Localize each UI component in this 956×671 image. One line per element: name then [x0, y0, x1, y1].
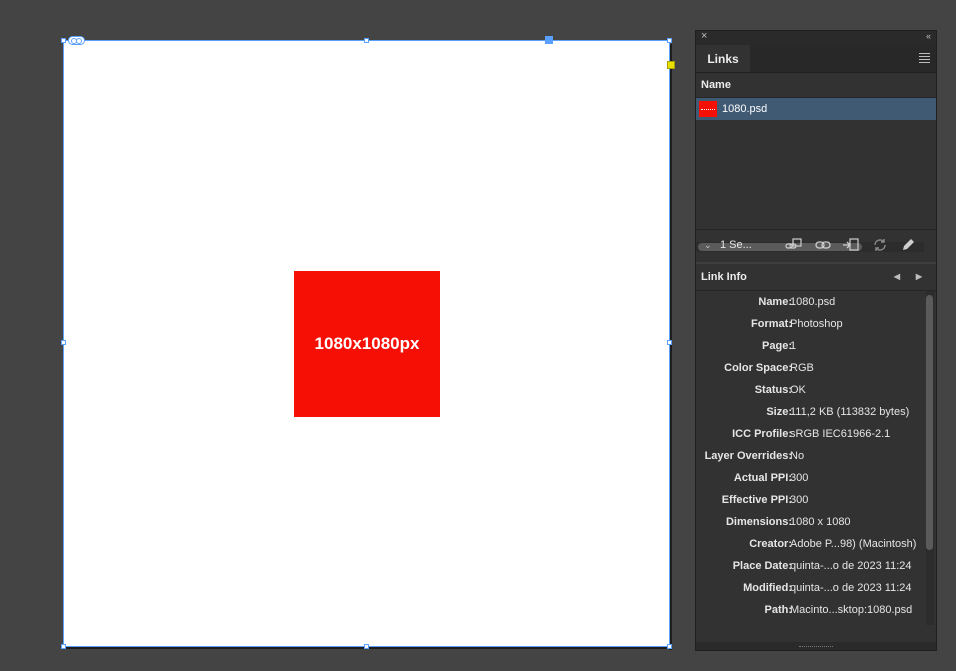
link-badge-icon[interactable] [68, 36, 85, 45]
info-value: quinta-...o de 2023 11:24 [790, 582, 912, 594]
info-row-format: Format: Photoshop [696, 313, 924, 335]
info-row-status: Status: OK [696, 379, 924, 401]
handle-top-right[interactable] [667, 38, 672, 43]
update-link-icon[interactable] [871, 236, 889, 254]
handle-bottom-center[interactable] [364, 644, 369, 649]
handle-bottom-left[interactable] [61, 644, 66, 649]
placed-image[interactable]: 1080x1080px [294, 271, 440, 417]
info-value: OK [790, 384, 806, 396]
relink-icon[interactable] [814, 236, 832, 254]
handle-bottom-right[interactable] [667, 644, 672, 649]
info-row-color-space: Color Space: RGB [696, 357, 924, 379]
info-row-name: Name: 1080.psd [696, 291, 924, 313]
link-info-title: Link Info [701, 271, 747, 283]
info-value: 1 [790, 340, 797, 352]
previous-link-icon[interactable]: ◀ [894, 264, 900, 290]
collapse-icon[interactable]: ‹‹ [926, 31, 931, 41]
info-row-actual-ppi: Actual PPI: 300 [696, 467, 924, 489]
chain-link-icon [71, 37, 82, 44]
link-info-body: Name: 1080.psd Format: Photoshop Page: 1… [696, 291, 936, 625]
tab-links[interactable]: Links [696, 45, 750, 72]
panel-title-bar: × ‹‹ [696, 30, 936, 45]
link-name: 1080.psd [722, 103, 768, 115]
info-value: 1080 x 1080 [790, 516, 851, 528]
image-label: 1080x1080px [314, 334, 420, 353]
links-toolbar: ⌄ 1 Se... [696, 229, 936, 264]
info-key: Format: [751, 318, 792, 330]
handle-middle-left[interactable] [61, 340, 66, 345]
vertical-scrollbar[interactable] [926, 295, 933, 550]
panel-tab-bar: Links [696, 45, 936, 73]
handle-top-center[interactable] [364, 38, 369, 43]
content-grabber-handle[interactable] [545, 36, 553, 44]
info-row-size: Size: 111,2 KB (113832 bytes) [696, 401, 924, 423]
info-value: Macinto...sktop:1080.psd [790, 604, 913, 616]
info-key: Effective PPI: [721, 494, 792, 506]
panel-menu-icon[interactable] [919, 53, 930, 65]
relink-cc-icon[interactable] [785, 236, 803, 254]
info-key: Actual PPI: [733, 472, 792, 484]
links-panel: × ‹‹ Links Name 1080.psd ⌄ 1 Se... Link … [695, 30, 937, 651]
info-value: 300 [790, 494, 809, 506]
info-key: Path: [764, 604, 793, 616]
info-key: ICC Profile: [732, 428, 792, 440]
info-row-creator: Creator: Adobe P...98) (Macintosh) [696, 533, 924, 555]
next-link-icon[interactable]: ▶ [916, 264, 922, 290]
info-row-modified: Modified: quinta-...o de 2023 11:24 [696, 577, 924, 599]
info-value: 111,2 KB (113832 bytes) [790, 406, 910, 418]
selection-count: 1 Se... [720, 239, 752, 251]
info-value: quinta-...o de 2023 11:24 [790, 560, 912, 572]
info-key: Page: [762, 340, 792, 352]
info-key: Creator: [749, 538, 792, 550]
info-key: Name: [758, 296, 792, 308]
info-value: Adobe P...98) (Macintosh) [790, 538, 917, 550]
close-icon[interactable]: × [701, 30, 707, 42]
info-key: Modified: [743, 582, 792, 594]
info-row-layer-overrides: Layer Overrides: No [696, 445, 924, 467]
info-key: Size: [766, 406, 792, 418]
info-key: Dimensions: [725, 516, 792, 528]
link-thumbnail [699, 101, 717, 117]
info-row-icc-profile: ICC Profile: sRGB IEC61966-2.1 [696, 423, 924, 445]
info-row-dimensions: Dimensions: 1080 x 1080 [696, 511, 924, 533]
info-value: 1080.psd [790, 296, 836, 308]
info-value: No [790, 450, 805, 462]
panel-resize-grip[interactable] [696, 642, 936, 650]
link-row[interactable]: 1080.psd [696, 98, 936, 120]
name-column-header[interactable]: Name [696, 73, 936, 98]
info-row-place-date: Place Date: quinta-...o de 2023 11:24 [696, 555, 924, 577]
info-row-path: Path: Macinto...sktop:1080.psd [696, 599, 924, 621]
live-corner-handle[interactable] [667, 61, 675, 69]
handle-middle-right[interactable] [667, 340, 672, 345]
info-key: Place Date: [732, 560, 792, 572]
info-key: Status: [754, 384, 792, 396]
info-value: Photoshop [790, 318, 843, 330]
link-info-header[interactable]: Link Info ◀ ▶ [696, 264, 936, 291]
edit-original-icon[interactable] [899, 236, 917, 254]
info-value: RGB [790, 362, 814, 374]
info-key: Color Space: [724, 362, 792, 374]
info-key: Layer Overrides: [704, 450, 792, 462]
chevron-down-icon[interactable]: ⌄ [704, 240, 712, 251]
info-row-page: Page: 1 [696, 335, 924, 357]
handle-top-left[interactable] [61, 38, 66, 43]
links-list: 1080.psd [696, 98, 936, 252]
info-value: 300 [790, 472, 809, 484]
info-row-effective-ppi: Effective PPI: 300 [696, 489, 924, 511]
info-value: sRGB IEC61966-2.1 [790, 428, 891, 440]
go-to-link-icon[interactable] [842, 236, 860, 254]
